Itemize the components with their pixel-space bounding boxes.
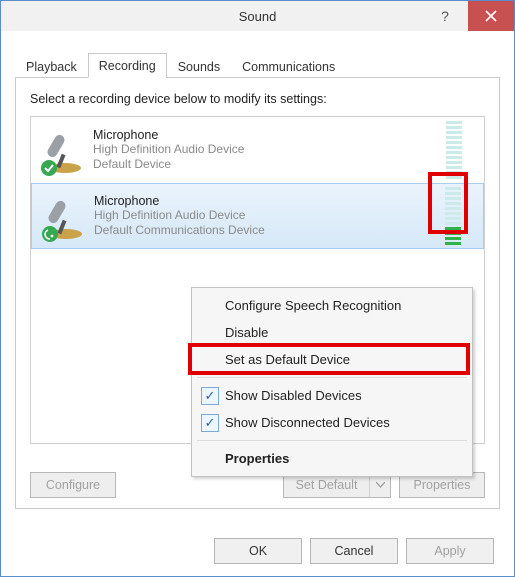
device-name: Microphone bbox=[94, 194, 431, 208]
dialog-button-row: OK Cancel Apply bbox=[214, 538, 494, 564]
ctx-disable[interactable]: Disable bbox=[195, 319, 469, 346]
check-icon: ✓ bbox=[201, 387, 219, 405]
apply-button[interactable]: Apply bbox=[406, 538, 494, 564]
tab-playback[interactable]: Playback bbox=[15, 54, 88, 78]
check-icon: ✓ bbox=[201, 414, 219, 432]
separator bbox=[197, 440, 467, 441]
device-status: Default Device bbox=[93, 157, 432, 172]
close-icon bbox=[485, 10, 497, 22]
tab-sounds[interactable]: Sounds bbox=[167, 54, 231, 78]
context-menu: Configure Speech Recognition Disable Set… bbox=[191, 287, 473, 477]
window-title: Sound bbox=[239, 9, 277, 24]
ok-button[interactable]: OK bbox=[214, 538, 302, 564]
configure-button[interactable]: Configure bbox=[30, 472, 116, 498]
device-status: Default Communications Device bbox=[94, 223, 431, 238]
chevron-down-icon bbox=[376, 482, 385, 488]
cancel-button[interactable]: Cancel bbox=[310, 538, 398, 564]
sound-dialog: Sound ? Playback Recording Sounds Commun… bbox=[0, 0, 515, 577]
device-text: Microphone High Definition Audio Device … bbox=[93, 128, 432, 172]
ctx-label: Show Disconnected Devices bbox=[225, 415, 390, 430]
ctx-properties[interactable]: Properties bbox=[195, 445, 469, 472]
device-name: Microphone bbox=[93, 128, 432, 142]
separator bbox=[197, 377, 467, 378]
close-button[interactable] bbox=[468, 1, 514, 31]
instruction-text: Select a recording device below to modif… bbox=[30, 92, 485, 106]
device-desc: High Definition Audio Device bbox=[93, 142, 432, 157]
help-button[interactable]: ? bbox=[422, 1, 468, 31]
device-item[interactable]: Microphone High Definition Audio Device … bbox=[31, 183, 484, 249]
device-desc: High Definition Audio Device bbox=[94, 208, 431, 223]
ctx-set-default[interactable]: Set as Default Device bbox=[195, 346, 469, 373]
level-meter bbox=[446, 121, 462, 179]
device-item[interactable]: Microphone High Definition Audio Device … bbox=[31, 117, 484, 183]
tab-row: Playback Recording Sounds Communications bbox=[15, 49, 500, 77]
tab-communications[interactable]: Communications bbox=[231, 54, 346, 78]
ctx-label: Show Disabled Devices bbox=[225, 388, 362, 403]
level-meter bbox=[445, 187, 461, 245]
microphone-icon bbox=[36, 190, 88, 242]
device-text: Microphone High Definition Audio Device … bbox=[94, 194, 431, 238]
client-area: Playback Recording Sounds Communications… bbox=[1, 31, 514, 576]
ctx-show-disabled[interactable]: ✓ Show Disabled Devices bbox=[195, 382, 469, 409]
microphone-icon bbox=[35, 124, 87, 176]
ctx-configure-speech[interactable]: Configure Speech Recognition bbox=[195, 292, 469, 319]
ctx-show-disconnected[interactable]: ✓ Show Disconnected Devices bbox=[195, 409, 469, 436]
tab-recording[interactable]: Recording bbox=[88, 53, 167, 78]
titlebar: Sound ? bbox=[1, 1, 514, 31]
